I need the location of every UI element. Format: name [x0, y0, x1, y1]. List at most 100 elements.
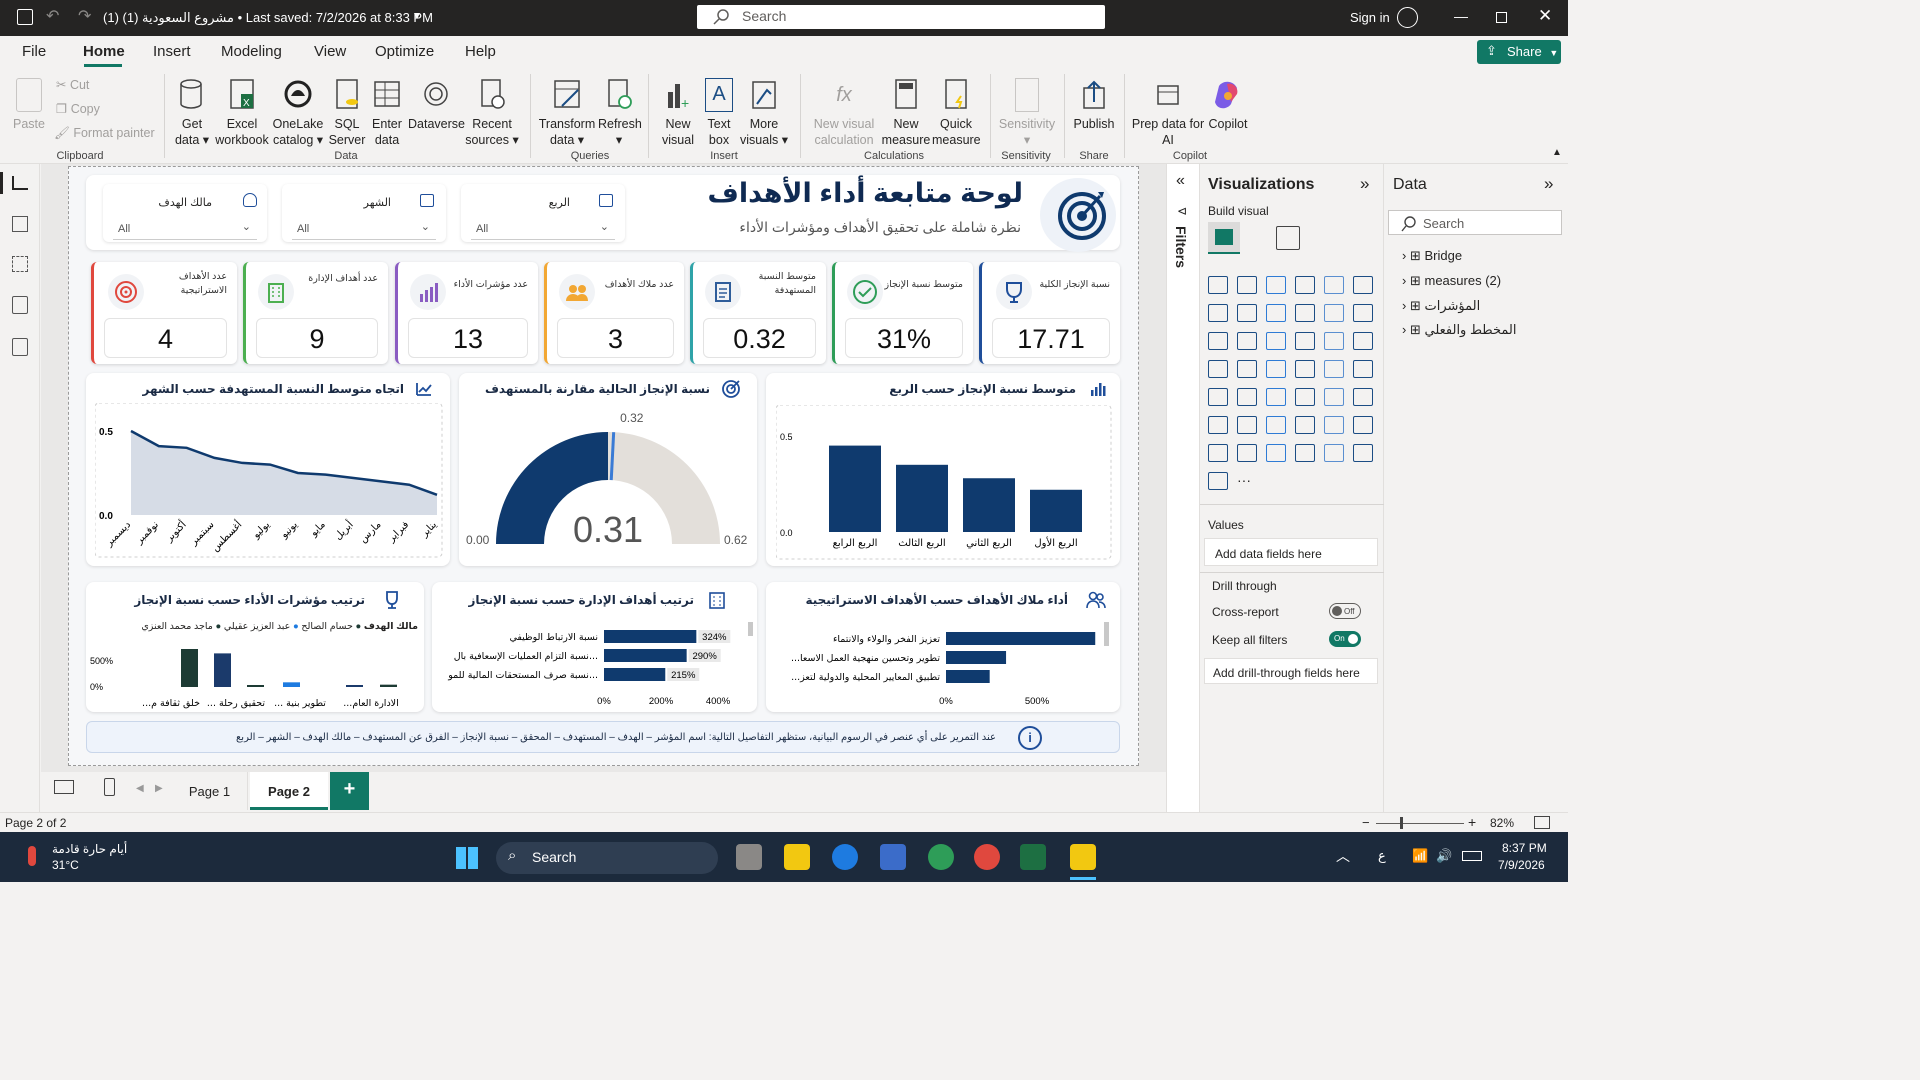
visual-type-icon[interactable]	[1353, 332, 1373, 350]
menu-home[interactable]: Home	[83, 43, 125, 60]
new-visual-calculation-button[interactable]: fx New visual calculation	[810, 78, 878, 148]
model-view-icon[interactable]	[12, 256, 28, 272]
filters-pane-collapsed[interactable]: « ⊲ Filters	[1166, 164, 1200, 812]
more-visuals-button[interactable]: More visuals ▾	[740, 78, 788, 148]
owner-perf-plot[interactable]: تعزيز الفخر والولاء والانتماء ...تطوير وت…	[770, 622, 1116, 710]
visual-type-icon[interactable]	[1353, 444, 1373, 462]
onelake-catalog-button[interactable]: OneLake catalog ▾	[270, 78, 326, 148]
table-item-measures[interactable]: › ⊞ measures (2)	[1402, 273, 1501, 289]
recent-sources-button[interactable]: Recent sources ▾	[464, 78, 520, 148]
visual-type-icon[interactable]	[1208, 276, 1228, 294]
thermometer-icon[interactable]	[28, 846, 36, 866]
menu-file[interactable]: File	[22, 43, 46, 60]
user-avatar-icon[interactable]	[1397, 7, 1418, 28]
quarter-slicer-dropdown[interactable]: All ⌄	[471, 216, 615, 240]
clock-time[interactable]: 8:37 PM	[1502, 841, 1547, 855]
table-item-indicators[interactable]: › ⊞ المؤشرات	[1402, 298, 1480, 314]
visual-type-icon[interactable]	[1353, 276, 1373, 294]
quarter-bar-plot[interactable]: 0.5 0.0 الربع الرابع الربع الثالث الربع الثا…	[776, 405, 1112, 560]
visual-type-icon[interactable]	[1295, 416, 1315, 434]
temperature[interactable]: 31°C	[52, 858, 79, 872]
visual-type-icon[interactable]	[1295, 332, 1315, 350]
taskbar-search[interactable]: ⌕ Search	[496, 842, 718, 874]
table-item-plan-actual[interactable]: › ⊞ المخطط والفعلي	[1402, 322, 1516, 338]
cross-report-toggle[interactable]: Off	[1329, 603, 1361, 619]
table-item-bridge[interactable]: › ⊞ Bridge	[1402, 248, 1462, 264]
mobile-layout-icon[interactable]	[104, 778, 115, 796]
visual-type-icon[interactable]	[1266, 416, 1286, 434]
task-view-icon[interactable]	[736, 844, 762, 870]
report-view-icon[interactable]	[0, 172, 3, 194]
visual-type-icon[interactable]	[1237, 304, 1257, 322]
mgmt-rank-plot[interactable]: 324% نسبة الارتباط الوظيفي 290% نسبة التزام…	[436, 622, 756, 710]
menu-view[interactable]: View	[314, 43, 346, 60]
visual-type-icon[interactable]	[1208, 332, 1228, 350]
owner-slicer-dropdown[interactable]: All ⌄	[113, 216, 257, 240]
share-button[interactable]: ⇪ Share ▼	[1477, 40, 1561, 64]
desktop-layout-icon[interactable]	[54, 780, 74, 794]
fit-to-page-icon[interactable]	[1534, 816, 1550, 829]
refresh-button[interactable]: Refresh ▾	[598, 78, 642, 148]
format-visual-tab-icon[interactable]	[1276, 226, 1300, 250]
quick-measure-button[interactable]: Quick measure	[932, 78, 981, 148]
copy-button[interactable]: ❐ Copy	[56, 101, 100, 117]
visual-type-icon[interactable]	[1266, 304, 1286, 322]
page-tab-2[interactable]: Page 2	[250, 772, 328, 810]
visual-type-icon[interactable]	[1324, 444, 1344, 462]
visual-type-icon[interactable]	[1208, 472, 1228, 490]
line-chart-plot[interactable]: 0.5 0.0 يناير فبرايرمارسأبريلمايو يونيو يوليو…	[95, 403, 443, 558]
zoom-slider-track[interactable]	[1376, 823, 1464, 824]
month-slicer[interactable]: الشهر All ⌄	[282, 184, 446, 242]
undo-icon[interactable]: ↶	[46, 6, 59, 26]
menu-modeling[interactable]: Modeling	[221, 43, 282, 60]
volume-icon[interactable]: 🔊	[1436, 848, 1452, 864]
visual-type-icon[interactable]	[1295, 360, 1315, 378]
build-visual-tab-icon[interactable]	[1208, 222, 1240, 254]
sensitivity-button[interactable]: Sensitivity ▾	[996, 78, 1058, 148]
copilot-button[interactable]: Copilot	[1206, 78, 1250, 132]
visual-type-icon[interactable]	[1208, 388, 1228, 406]
prep-data-for-ai-button[interactable]: Prep data for AI	[1130, 78, 1206, 148]
add-data-fields-well[interactable]: Add data fields here	[1204, 538, 1378, 566]
text-box-button[interactable]: A Text box	[700, 78, 738, 148]
page-tab-1[interactable]: Page 1	[172, 772, 248, 810]
battery-icon[interactable]	[1462, 851, 1482, 861]
file-explorer-icon[interactable]	[784, 844, 810, 870]
excel-taskbar-icon[interactable]	[1020, 844, 1046, 870]
menu-optimize[interactable]: Optimize	[375, 43, 434, 60]
paste-button[interactable]: Paste	[10, 78, 48, 132]
sql-server-button[interactable]: SQL Server	[328, 78, 366, 148]
report-view-bars-icon[interactable]	[12, 176, 28, 190]
visual-type-icon[interactable]	[1237, 444, 1257, 462]
gauge-plot[interactable]: 0.32 0.31 0.00 0.62	[462, 410, 754, 560]
kpi-card-avg-achievement[interactable]: متوسط نسبة الإنجاز 31%	[832, 262, 973, 364]
powerbi-taskbar-icon[interactable]	[1070, 844, 1096, 870]
visual-type-icon[interactable]	[1266, 276, 1286, 294]
enter-data-button[interactable]: Enter data	[368, 78, 406, 148]
visual-type-icon[interactable]	[1353, 388, 1373, 406]
excel-workbook-button[interactable]: X Excel workbook	[214, 78, 270, 148]
visual-type-icon[interactable]	[1324, 304, 1344, 322]
legend-item[interactable]: ● ماجد محمد العنزي	[141, 621, 221, 632]
visual-type-icon[interactable]	[1237, 332, 1257, 350]
menu-insert[interactable]: Insert	[153, 43, 191, 60]
next-page-icon[interactable]: ▶	[155, 783, 163, 794]
maximize-icon[interactable]	[1496, 12, 1507, 23]
prev-page-icon[interactable]: ◀	[136, 783, 144, 794]
chevron-up-icon[interactable]: ︿	[1336, 846, 1350, 866]
visual-type-icon[interactable]	[1353, 416, 1373, 434]
visual-type-icon[interactable]	[1208, 416, 1228, 434]
visual-type-icon[interactable]	[1237, 276, 1257, 294]
visual-type-icon[interactable]	[1208, 444, 1228, 462]
menu-help[interactable]: Help	[465, 43, 496, 60]
cut-button[interactable]: ✂ Cut	[56, 77, 89, 93]
tmdl-view-icon[interactable]	[12, 338, 28, 356]
owner-slicer[interactable]: مالك الهدف All ⌄	[103, 184, 267, 242]
visual-type-icon[interactable]	[1266, 332, 1286, 350]
collapse-left-icon[interactable]: «	[1176, 172, 1185, 190]
dataverse-button[interactable]: Dataverse	[408, 78, 465, 132]
visual-type-icon[interactable]	[1324, 332, 1344, 350]
keep-all-filters-toggle[interactable]: On	[1329, 631, 1361, 647]
kpi-card-owners-count[interactable]: عدد ملاك الأهداف 3	[544, 262, 684, 364]
kpi-card-mgmt-goals-count[interactable]: عدد أهداف الإدارة 9	[243, 262, 388, 364]
